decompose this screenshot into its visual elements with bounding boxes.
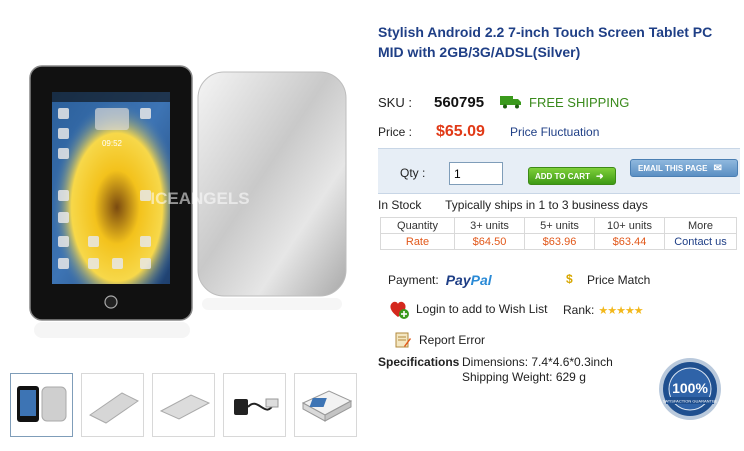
specifications-label: Specifications [378,355,460,369]
tier-header-cell: 5+ units [524,217,595,234]
tier-header-cell: 3+ units [454,217,525,234]
email-this-page-button[interactable]: EMAIL THIS PAGE ✉ [630,159,738,177]
envelope-icon: ✉ [713,162,722,174]
quantity-input[interactable] [449,162,503,185]
heart-plus-icon [390,301,409,319]
add-to-cart-button[interactable]: ADD TO CART ➜ [528,167,616,185]
rating-stars-icon: ★★★★★ [598,304,643,317]
tier-rate-cell: Rate [380,233,455,250]
report-error-link[interactable]: Report Error [419,333,485,347]
quantity-label: Qty : [400,166,426,180]
svg-text:ICEANGELS: ICEANGELS [150,189,249,208]
thumbnail-back-flat[interactable] [152,373,215,437]
rank-label: Rank: [563,303,595,317]
tier-rate-row: Rate $64.50 $63.96 $63.44 Contact us [380,233,737,250]
thumbnail-strip [10,373,360,439]
tier-header-row: Quantity 3+ units 5+ units 10+ units Mor… [380,217,737,234]
tier-header-cell: Quantity [380,217,455,234]
specifications-section: Specifications Dimensions: 7.4*4.6*0.3in… [378,355,613,385]
sku-value: 560795 [434,93,485,111]
stock-row: In Stock Typically ships in 1 to 3 busin… [378,198,648,212]
tier-pricing-table: Quantity 3+ units 5+ units 10+ units Mor… [380,217,737,250]
tier-rate-cell: $64.50 [454,233,525,250]
tier-rate-cell: $63.44 [594,233,665,250]
thumbnail-box[interactable] [294,373,357,437]
price-match-link[interactable]: Price Match [587,273,650,287]
tier-header-cell: 10+ units [594,217,665,234]
svg-text:09:52: 09:52 [102,139,123,148]
dollar-icon: $ [566,272,573,286]
spec-weight: Shipping Weight: 629 g [462,370,586,384]
tier-rate-cell: $63.96 [524,233,595,250]
add-to-cart-panel: Qty : ADD TO CART ➜ EMAIL THIS PAGE ✉ [378,148,740,194]
truck-icon [500,96,521,109]
price-label: Price : [378,125,413,139]
cart-arrow-icon: ➜ [595,170,604,181]
report-note-icon [395,332,411,348]
price-row: Price : $65.09 Price Fluctuation [378,122,599,142]
product-title: Stylish Android 2.2 7-inch Touch Screen … [378,24,713,60]
spec-dimensions: Dimensions: 7.4*4.6*0.3inch [462,355,613,369]
sku-label: SKU : [378,94,412,110]
add-to-cart-label: ADD TO CART [535,171,590,181]
report-error-row[interactable]: Report Error [395,331,485,349]
payment-label: Payment: [388,273,439,287]
satisfaction-guarantee-badge: 100% SATISFACTION GUARANTEE [659,358,721,420]
contact-us-link[interactable]: Contact us [664,233,737,250]
thumbnail-charger[interactable] [223,373,286,437]
wishlist-row[interactable]: Login to add to Wish List [388,298,547,320]
free-shipping-label: FREE SHIPPING [529,94,630,110]
svg-text:100%: 100% [672,380,708,396]
thumbnail-back-angle[interactable] [81,373,144,437]
paypal-logo: PayPal [445,272,492,288]
sku-row: SKU : 560795 FREE SHIPPING [378,93,629,111]
product-main-image[interactable]: 09:52 ICEANGELS [0,0,370,365]
email-this-page-label: EMAIL THIS PAGE [638,163,708,173]
thumbnail-front-back[interactable] [10,373,73,437]
tier-header-cell: More [664,217,737,234]
rank-row: Rank: ★★★★★ [563,303,644,317]
svg-text:SATISFACTION GUARANTEE: SATISFACTION GUARANTEE [663,399,718,404]
ships-in-text: Typically ships in 1 to 3 business days [445,198,648,212]
price-fluctuation-link[interactable]: Price Fluctuation [510,125,599,139]
price-value: $65.09 [436,123,485,140]
stock-status: In Stock [378,198,422,212]
login-wishlist-link[interactable]: Login to add to Wish List [416,302,547,316]
payment-row: Payment: PayPal [388,272,492,288]
specifications-values: Dimensions: 7.4*4.6*0.3inch Shipping Wei… [462,355,613,385]
